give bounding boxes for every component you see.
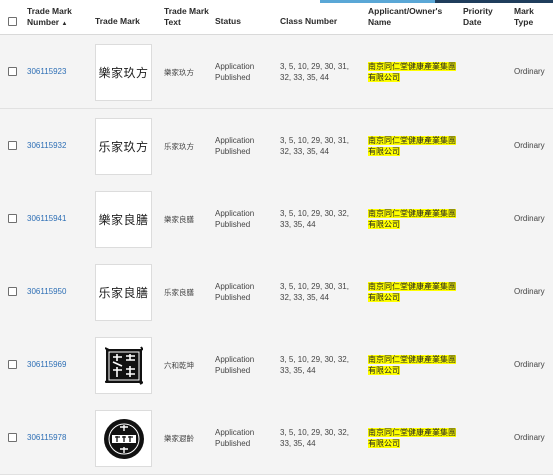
- select-all-checkbox[interactable]: [8, 17, 17, 26]
- row-checkbox[interactable]: [8, 287, 17, 296]
- trade-mark-number-link[interactable]: 306115932: [27, 141, 66, 150]
- trade-mark-image-text: 乐家良膳: [98, 286, 149, 300]
- status-text: Application Published: [215, 282, 255, 302]
- trade-mark-number-link[interactable]: 306115941: [27, 214, 66, 223]
- status-text: Application Published: [215, 209, 255, 229]
- trade-mark-image[interactable]: 乐家良膳: [95, 264, 152, 321]
- owner-name: 南京同仁堂健康產業集團有限公司: [368, 354, 458, 376]
- trade-mark-text: 樂家良膳: [164, 215, 194, 224]
- mark-type: Ordinary: [514, 287, 545, 296]
- table-row: 306115950 乐家良膳 乐家良膳 Application Publishe…: [0, 255, 553, 329]
- mark-type: Ordinary: [514, 214, 545, 223]
- owner-name: 南京同仁堂健康產業集團有限公司: [368, 427, 458, 449]
- row-checkbox[interactable]: [8, 67, 17, 76]
- round-emblem-logo-icon: [103, 418, 144, 459]
- trade-mark-number-link[interactable]: 306115978: [27, 433, 66, 442]
- owner-name-text: 南京同仁堂健康產業集團有限公司: [368, 62, 456, 82]
- class-numbers: 3, 5, 10, 29, 30, 32, 33, 35, 44: [280, 355, 349, 375]
- trade-mark-text: 樂家玖方: [164, 68, 194, 77]
- header-trade-mark-number[interactable]: Trade Mark Number ▲: [27, 6, 82, 29]
- owner-name: 南京同仁堂健康產業集團有限公司: [368, 135, 458, 157]
- table-row: 306115941 樂家良膳 樂家良膳 Application Publishe…: [0, 182, 553, 256]
- status-text: Application Published: [215, 136, 255, 156]
- header-status: Status: [215, 16, 241, 26]
- trade-mark-text: 樂家遐齡: [164, 434, 194, 443]
- trade-mark-text: 乐家玖方: [164, 142, 194, 151]
- top-bar-segment-light: [320, 0, 435, 3]
- black-seal-logo-icon: [104, 345, 143, 385]
- owner-name-text: 南京同仁堂健康產業集團有限公司: [368, 428, 456, 448]
- owner-name-text: 南京同仁堂健康產業集團有限公司: [368, 209, 456, 229]
- owner-name-text: 南京同仁堂健康產業集團有限公司: [368, 136, 456, 156]
- owner-name: 南京同仁堂健康產業集團有限公司: [368, 281, 458, 303]
- row-checkbox[interactable]: [8, 433, 17, 442]
- trade-mark-image-text: 樂家玖方: [98, 66, 149, 80]
- trade-mark-image[interactable]: [95, 410, 152, 467]
- trade-mark-text: 六和乾坤: [164, 361, 194, 370]
- status-text: Application Published: [215, 428, 255, 448]
- trade-mark-number-link[interactable]: 306115950: [27, 287, 66, 296]
- header-priority-date: Priority Date: [463, 6, 493, 27]
- row-checkbox[interactable]: [8, 360, 17, 369]
- class-numbers: 3, 5, 10, 29, 30, 31, 32, 33, 35, 44: [280, 282, 349, 302]
- header-owner-name: Applicant/Owner's Name: [368, 6, 443, 27]
- trade-mark-number-link[interactable]: 306115969: [27, 360, 66, 369]
- status-text: Application Published: [215, 62, 255, 82]
- table-row: 306115923 樂家玖方 樂家玖方 Application Publishe…: [0, 35, 553, 109]
- class-numbers: 3, 5, 10, 29, 30, 31, 32, 33, 35, 44: [280, 136, 349, 156]
- row-checkbox[interactable]: [8, 214, 17, 223]
- trade-mark-image[interactable]: 乐家玖方: [95, 118, 152, 175]
- mark-type: Ordinary: [514, 67, 545, 76]
- mark-type: Ordinary: [514, 433, 545, 442]
- header-class-number: Class Number: [280, 16, 338, 26]
- header-trade-mark: Trade Mark: [95, 16, 140, 26]
- row-checkbox[interactable]: [8, 141, 17, 150]
- trade-mark-number-link[interactable]: 306115923: [27, 67, 66, 76]
- owner-name: 南京同仁堂健康產業集團有限公司: [368, 208, 458, 230]
- mark-type: Ordinary: [514, 141, 545, 150]
- top-bar-segment-dark: [435, 0, 553, 3]
- mark-type: Ordinary: [514, 360, 545, 369]
- table-row: 306115969 六和乾坤 Application Published 3, …: [0, 328, 553, 402]
- trade-mark-image-text: 樂家良膳: [98, 213, 149, 227]
- class-numbers: 3, 5, 10, 29, 30, 31, 32, 33, 35, 44: [280, 62, 349, 82]
- status-text: Application Published: [215, 355, 255, 375]
- header-trade-mark-text: Trade Mark Text: [164, 6, 209, 27]
- trade-mark-image[interactable]: 樂家玖方: [95, 44, 152, 101]
- owner-name: 南京同仁堂健康產業集團有限公司: [368, 61, 458, 83]
- table-row: 306115978 樂家遐齡 Application Published 3, …: [0, 401, 553, 475]
- header-mark-type: Mark Type: [514, 6, 534, 27]
- sort-ascending-icon[interactable]: ▲: [62, 21, 68, 27]
- class-numbers: 3, 5, 10, 29, 30, 32, 33, 35, 44: [280, 209, 349, 229]
- table-row: 306115932 乐家玖方 乐家玖方 Application Publishe…: [0, 109, 553, 183]
- class-numbers: 3, 5, 10, 29, 30, 32, 33, 35, 44: [280, 428, 349, 448]
- table-header: Trade Mark Number ▲ Trade Mark Trade Mar…: [0, 4, 553, 35]
- trade-mark-text: 乐家良膳: [164, 288, 194, 297]
- owner-name-text: 南京同仁堂健康產業集團有限公司: [368, 282, 456, 302]
- owner-name-text: 南京同仁堂健康產業集團有限公司: [368, 355, 456, 375]
- trade-mark-image[interactable]: [95, 337, 152, 394]
- trade-mark-image-text: 乐家玖方: [98, 140, 149, 154]
- trade-mark-image[interactable]: 樂家良膳: [95, 191, 152, 248]
